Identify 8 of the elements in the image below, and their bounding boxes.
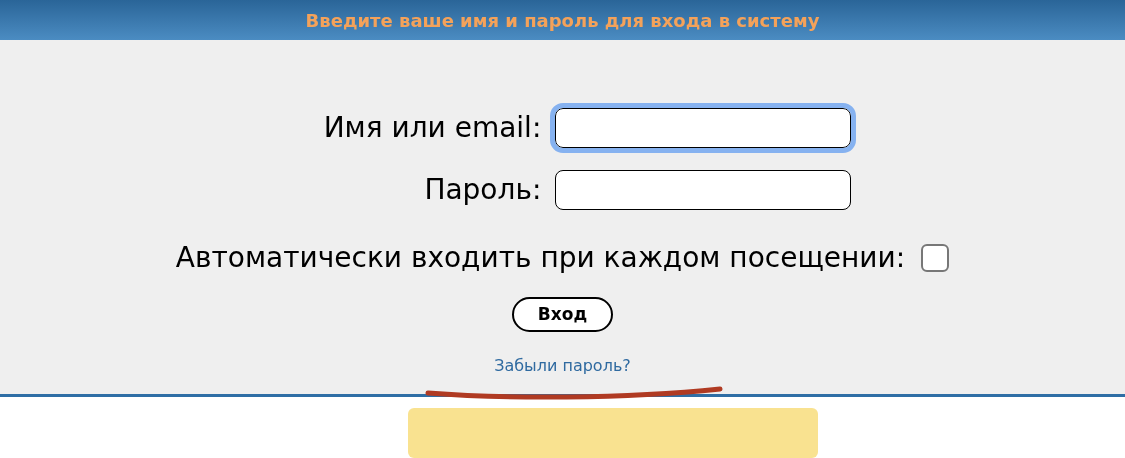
- header-title: Введите ваше имя и пароль для входа в систему: [305, 8, 820, 33]
- field-label: Пароль:: [423, 172, 542, 208]
- autologin-checkbox[interactable]: [921, 244, 950, 272]
- autologin-label: Автоматически входить при каждом посещении:: [175, 240, 906, 276]
- login-button[interactable]: Вход: [512, 297, 613, 332]
- input-field[interactable]: [555, 170, 852, 210]
- field-label: Имя или email:: [323, 110, 542, 146]
- forgot-password-link[interactable]: Забыли пароль?: [494, 354, 631, 378]
